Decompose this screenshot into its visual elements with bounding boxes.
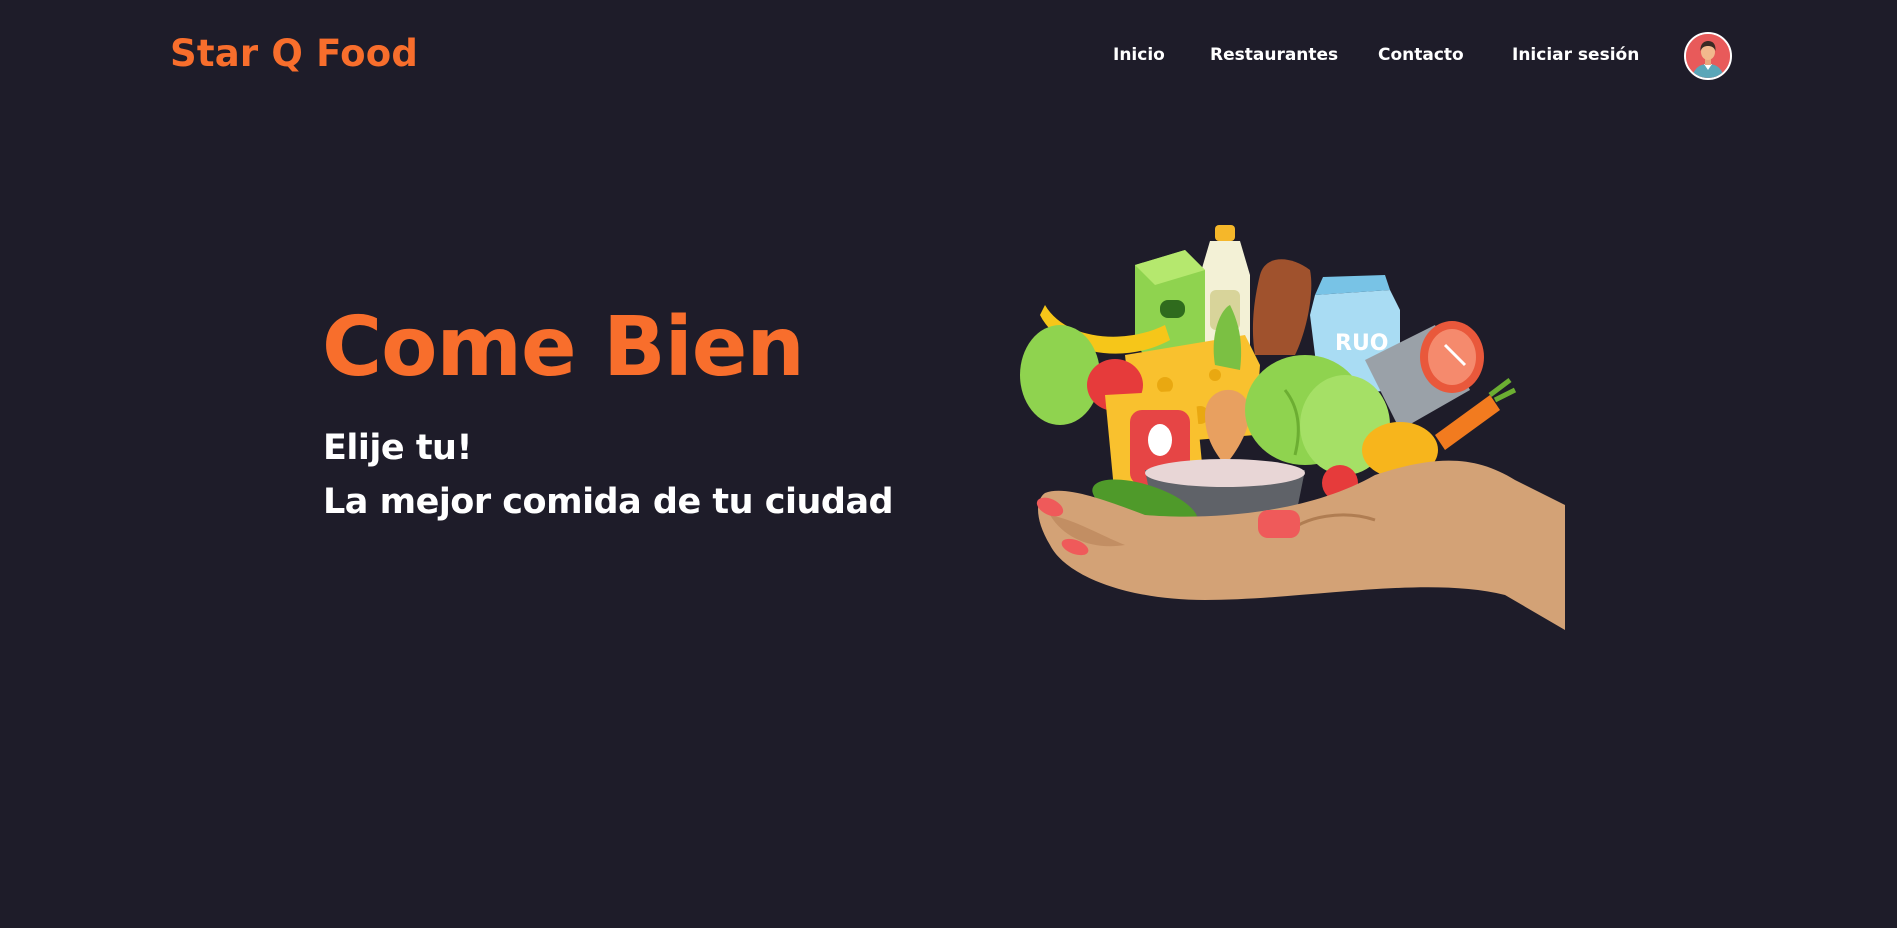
hero-illustration: RUO (1005, 215, 1565, 630)
navbar: Star Q Food Inicio Restaurantes Contacto… (0, 0, 1897, 112)
user-avatar-icon (1686, 34, 1730, 78)
nav-link-iniciar-sesion[interactable]: Iniciar sesión (1512, 45, 1639, 65)
nav-link-restaurantes[interactable]: Restaurantes (1210, 45, 1338, 65)
svg-text:RUO: RUO (1335, 331, 1389, 356)
hero-subtitle-line-1: Elije tu! (323, 428, 472, 468)
hand-holding-groceries-illustration: RUO (1020, 225, 1565, 630)
page: Star Q Food Inicio Restaurantes Contacto… (0, 0, 1897, 928)
user-avatar[interactable] (1684, 32, 1732, 80)
hero-subtitle-line-2: La mejor comida de tu ciudad (323, 482, 894, 522)
nav-link-inicio[interactable]: Inicio (1113, 45, 1165, 65)
nav-link-contacto[interactable]: Contacto (1378, 45, 1464, 65)
brand-logo[interactable]: Star Q Food (170, 32, 418, 75)
hero-title: Come Bien (322, 300, 805, 395)
